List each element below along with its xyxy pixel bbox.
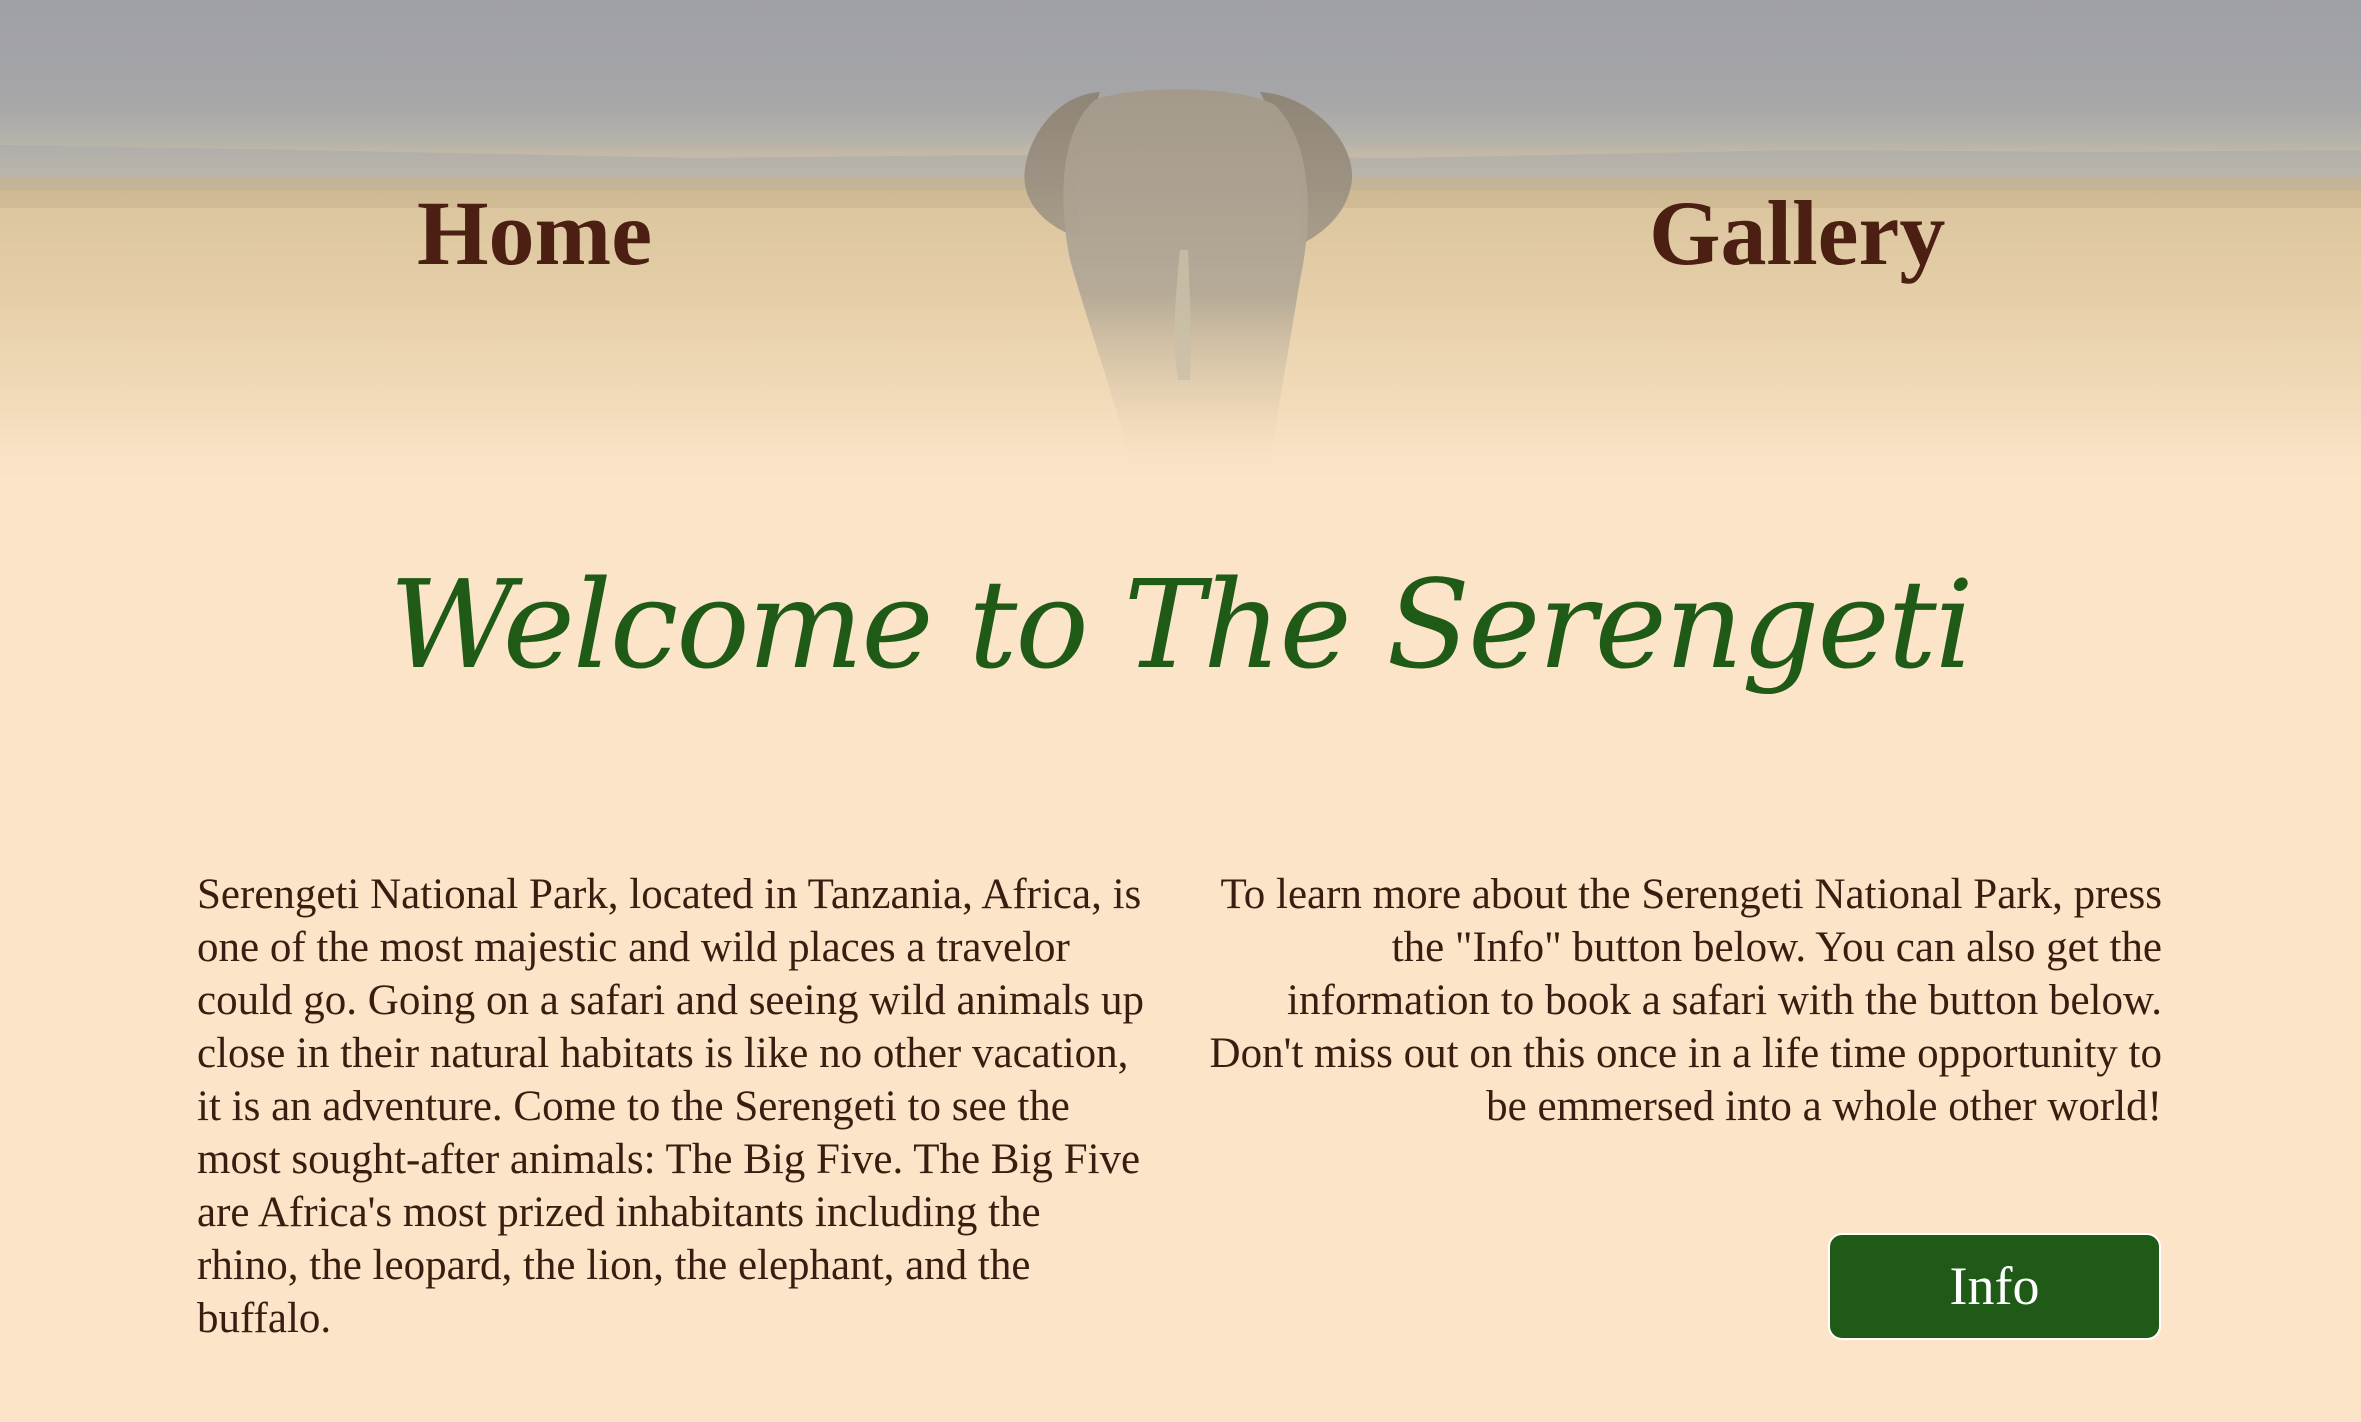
hero-banner: Home Gallery [0, 0, 2361, 480]
info-paragraph: To learn more about the Serengeti Nation… [1209, 871, 2162, 1130]
page-title: Welcome to The Serengeti [389, 554, 1974, 696]
elephant-savanna-image [0, 89, 2361, 461]
intro-paragraph: Serengeti National Park, located in Tanz… [197, 871, 1144, 1342]
nav-gallery-link[interactable]: Gallery [1649, 178, 1945, 288]
info-button[interactable]: Info [1828, 1233, 2161, 1340]
nav-home-link[interactable]: Home [417, 178, 652, 288]
